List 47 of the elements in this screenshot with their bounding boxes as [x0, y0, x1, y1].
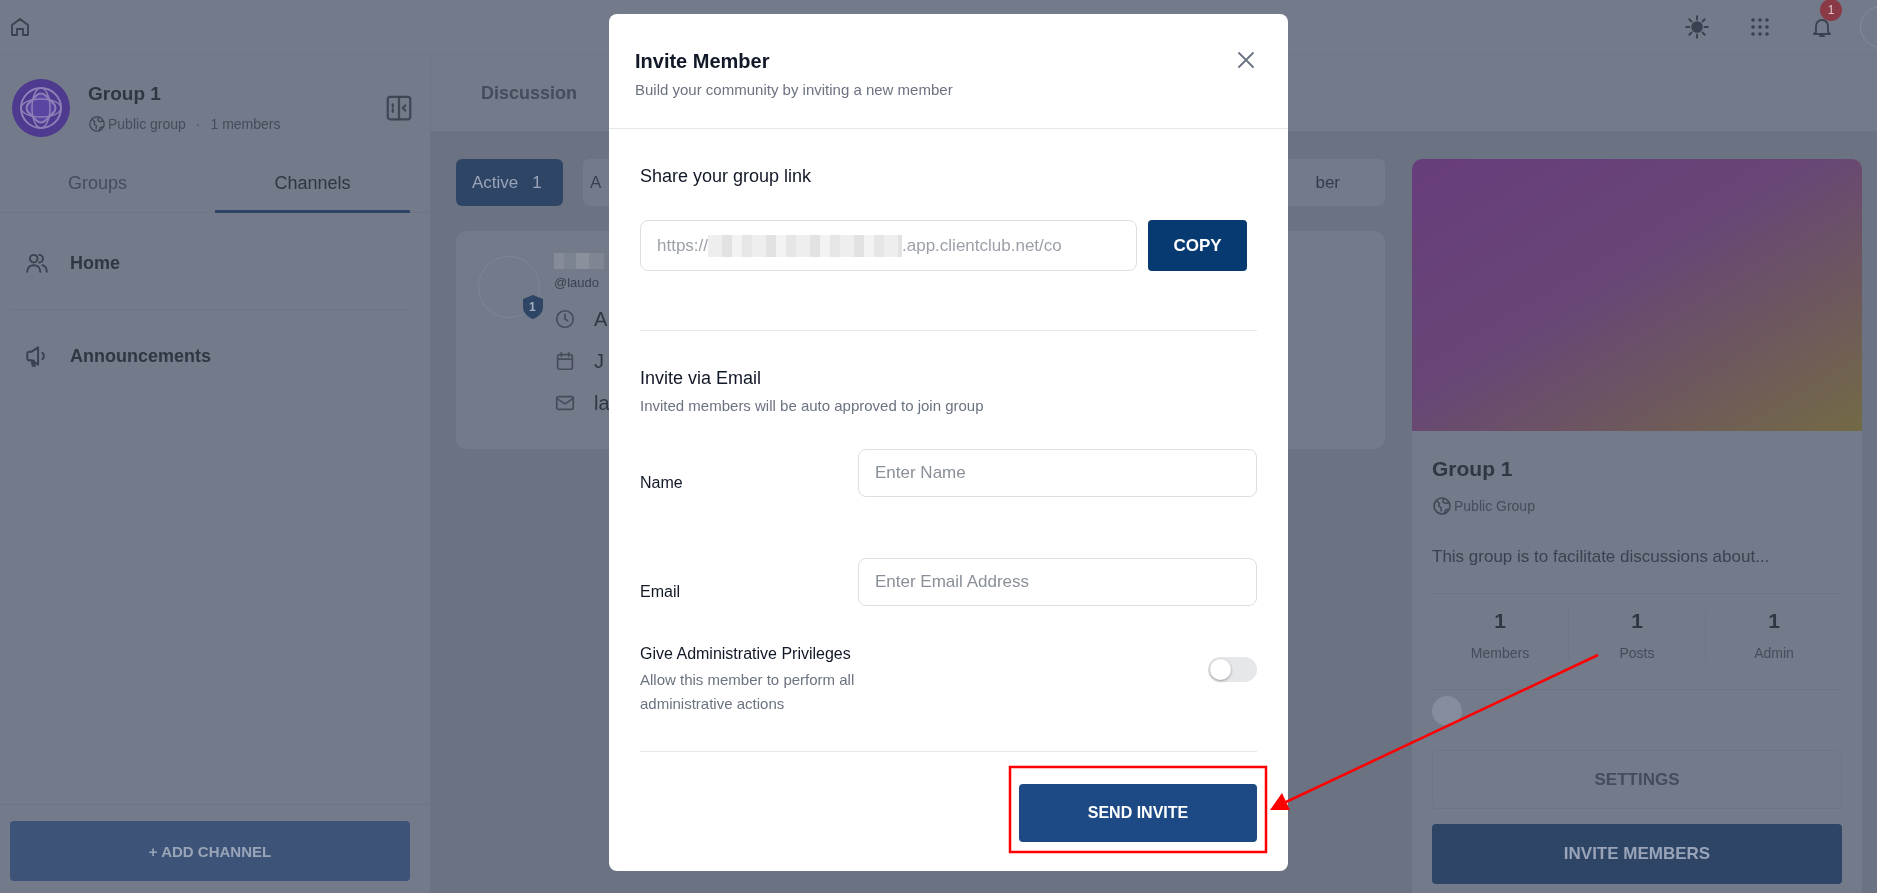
dialog-title: Invite Member: [635, 50, 771, 73]
shield-badge-icon: [522, 294, 544, 320]
avatar-placeholder: [1432, 696, 1462, 726]
clock-icon: [554, 308, 576, 330]
stat-value: 1: [1494, 609, 1506, 633]
stat-value: 1: [1768, 609, 1780, 633]
link-field[interactable]: https:// .app.clientclub.net/co: [640, 220, 1137, 271]
search-field[interactable]: ber: [1288, 159, 1385, 206]
apps-grid-icon[interactable]: [1748, 15, 1772, 39]
section-subtitle: Invited members will be auto approved to join group: [640, 397, 985, 414]
group-title: Group 1: [1432, 457, 1514, 481]
globe-icon: [88, 115, 106, 133]
copy-button[interactable]: COPY: [1148, 220, 1247, 271]
group-name: Group 1: [88, 83, 162, 105]
option-title: Give Administrative Privileges: [640, 645, 852, 663]
filter-chip[interactable]: A: [583, 159, 609, 206]
notification-badge: 1: [1820, 0, 1842, 21]
filter-chip[interactable]: Active 1: [456, 159, 563, 206]
badge-number: 1: [529, 300, 536, 314]
collapse-panel-icon[interactable]: [384, 93, 414, 123]
member-detail: J: [594, 349, 604, 373]
stat-value: 1: [1631, 609, 1643, 633]
toggle-switch[interactable]: [1208, 657, 1257, 682]
add-channel-button[interactable]: + ADD CHANNEL: [10, 821, 410, 881]
section-heading: Invite via Email: [640, 368, 763, 389]
dialog-subtitle: Build your community by inviting a new member: [635, 81, 954, 98]
separator-dot: ·: [195, 116, 201, 132]
channel-item[interactable]: Home: [0, 227, 430, 299]
calendar-icon: [554, 350, 576, 372]
member-detail: la: [594, 391, 610, 415]
group-logo: [12, 79, 70, 137]
input-field[interactable]: Enter Email Address: [858, 558, 1257, 606]
home-icon[interactable]: [8, 15, 32, 39]
option-description: Allow this member to perform all administrative actions: [640, 670, 856, 714]
send-invite-button[interactable]: SEND INVITE: [1019, 784, 1257, 842]
member-detail: A: [594, 307, 608, 331]
section-heading: Share your group link: [640, 166, 813, 187]
sidebar-tab[interactable]: Channels: [215, 159, 410, 213]
theme-toggle-icon[interactable]: [1684, 14, 1710, 40]
field-label: Email: [640, 582, 681, 601]
field-label: Name: [640, 473, 684, 492]
globe-icon: [1432, 496, 1452, 516]
group-description: This group is to facilitate discussions about...: [1432, 547, 1771, 567]
invite-members-button[interactable]: INVITE MEMBERS: [1432, 824, 1842, 884]
member-handle: @laudo: [554, 275, 600, 290]
input-field[interactable]: Enter Name: [858, 449, 1257, 497]
channel-item[interactable]: Announcements: [0, 320, 430, 392]
